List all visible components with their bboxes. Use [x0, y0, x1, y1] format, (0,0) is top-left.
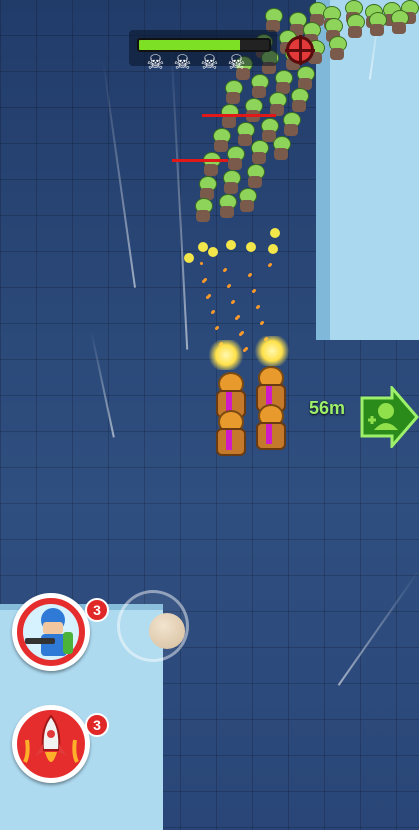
spark: [202, 280, 205, 283]
spark: [252, 290, 255, 293]
zombie: [222, 80, 244, 106]
spark: [231, 301, 234, 304]
skull-counter: ☠ ☠ ☠ ☠: [145, 53, 247, 74]
health-bar-fill: [139, 40, 241, 50]
bullet: [226, 240, 236, 250]
health-bar: [137, 38, 271, 52]
zombie: [326, 36, 348, 62]
spark: [256, 306, 259, 309]
spark: [206, 296, 209, 299]
rocket-ability-button[interactable]: [12, 705, 90, 783]
skull-icon: ☠: [200, 52, 219, 74]
objective-distance: 56m: [309, 398, 346, 418]
zombie-health-bar: [172, 159, 228, 162]
zombie: [280, 112, 302, 138]
crosshair-icon: [285, 35, 315, 65]
zombie: [366, 12, 388, 38]
spark: [248, 274, 251, 277]
rain-streak: [170, 39, 189, 350]
spark: [235, 317, 238, 320]
soldier-ability-button[interactable]: [12, 593, 90, 671]
ability-count-badge: 3: [85, 598, 109, 622]
spark: [223, 269, 226, 272]
muzzle-flash: [206, 340, 246, 370]
zombie: [192, 198, 214, 224]
zombie-health-bar: [202, 114, 276, 117]
spark: [260, 322, 263, 325]
spark: [268, 264, 271, 267]
rocket-icon: [23, 714, 79, 763]
game-floor: [0, 0, 419, 830]
bullet: [198, 242, 208, 252]
zombie: [236, 188, 258, 214]
bullet: [184, 253, 194, 263]
zombie: [288, 88, 310, 114]
skull-icon: ☠: [227, 52, 246, 74]
zombie: [388, 10, 410, 36]
hero-squad-member: [212, 410, 246, 456]
zombie: [248, 140, 270, 166]
rain-streak: [90, 329, 115, 438]
zombie: [270, 136, 292, 162]
spark: [211, 311, 214, 314]
zombie: [244, 164, 266, 190]
spark: [227, 285, 230, 288]
spark: [200, 262, 203, 265]
bullet: [246, 242, 256, 252]
bullet: [270, 228, 280, 238]
zombie: [200, 152, 222, 178]
bullet: [268, 244, 278, 254]
spark: [215, 327, 218, 330]
ability-count-badge: 3: [85, 713, 109, 737]
spark: [239, 333, 242, 336]
skull-icon: ☠: [146, 52, 165, 74]
bullet: [208, 247, 218, 257]
joystick-knob[interactable]: [149, 613, 185, 649]
skull-icon: ☠: [173, 52, 192, 74]
muzzle-flash: [252, 336, 292, 366]
add-ally-arrow-icon[interactable]: [358, 386, 419, 448]
hero-squad-member: [252, 404, 286, 450]
soldier-icon: [25, 608, 73, 656]
rain-streak: [102, 59, 136, 288]
zombie: [216, 194, 238, 220]
rain-streak: [337, 570, 419, 686]
